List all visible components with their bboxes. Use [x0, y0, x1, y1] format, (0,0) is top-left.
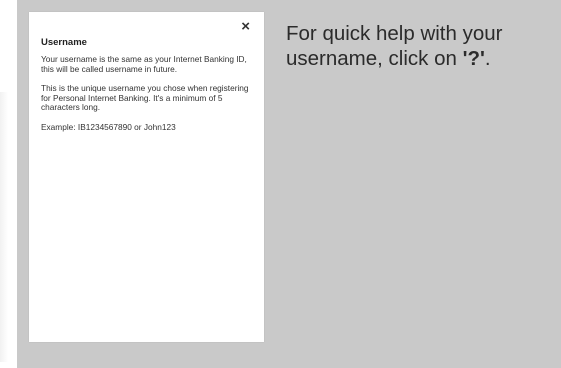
help-paragraph-unique: This is the unique username you chose wh…: [41, 83, 249, 113]
help-paragraph-id: Your username is the same as your Intern…: [41, 54, 247, 74]
help-title: Username: [41, 37, 87, 48]
close-icon[interactable]: ×: [241, 19, 250, 34]
tip-question-mark: '?': [462, 47, 485, 70]
help-paragraph-example: Example: IB1234567890 or John123: [41, 121, 176, 132]
username-help-popup: × Username Your username is the same as …: [29, 12, 264, 342]
page-edge: [0, 92, 8, 362]
quick-help-tip: For quick help with your username, click…: [286, 21, 556, 71]
tip-suffix: .: [484, 47, 491, 70]
